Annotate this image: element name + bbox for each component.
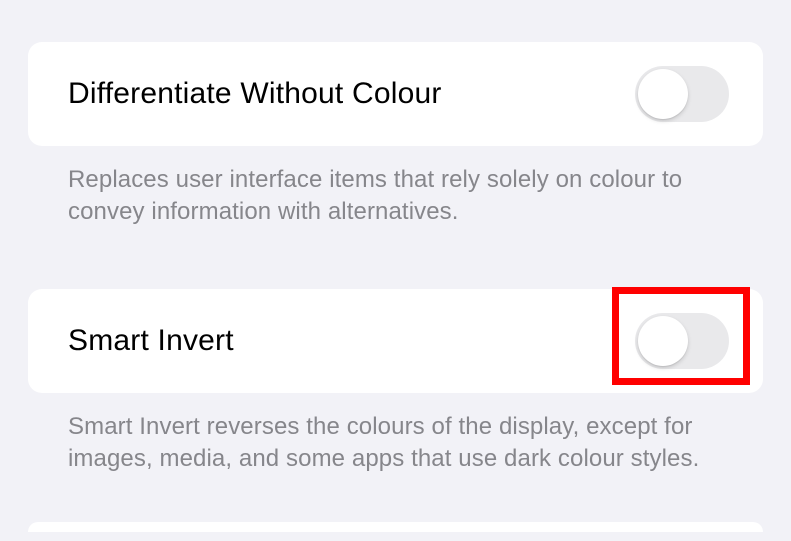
settings-container: Differentiate Without Colour Replaces us… [0, 0, 791, 532]
toggle-knob [638, 316, 688, 366]
toggle-knob [638, 69, 688, 119]
differentiate-without-colour-row[interactable]: Differentiate Without Colour [28, 42, 763, 146]
smart-invert-row[interactable]: Smart Invert [28, 289, 763, 393]
smart-invert-toggle[interactable] [635, 313, 729, 369]
next-section-stub [28, 522, 763, 532]
differentiate-without-colour-section: Differentiate Without Colour Replaces us… [28, 42, 763, 229]
smart-invert-section: Smart Invert Smart Invert reverses the c… [28, 289, 763, 476]
differentiate-without-colour-label: Differentiate Without Colour [68, 77, 442, 111]
differentiate-without-colour-description: Replaces user interface items that rely … [28, 146, 763, 229]
differentiate-without-colour-toggle[interactable] [635, 66, 729, 122]
smart-invert-label: Smart Invert [68, 324, 234, 358]
smart-invert-description: Smart Invert reverses the colours of the… [28, 393, 763, 476]
